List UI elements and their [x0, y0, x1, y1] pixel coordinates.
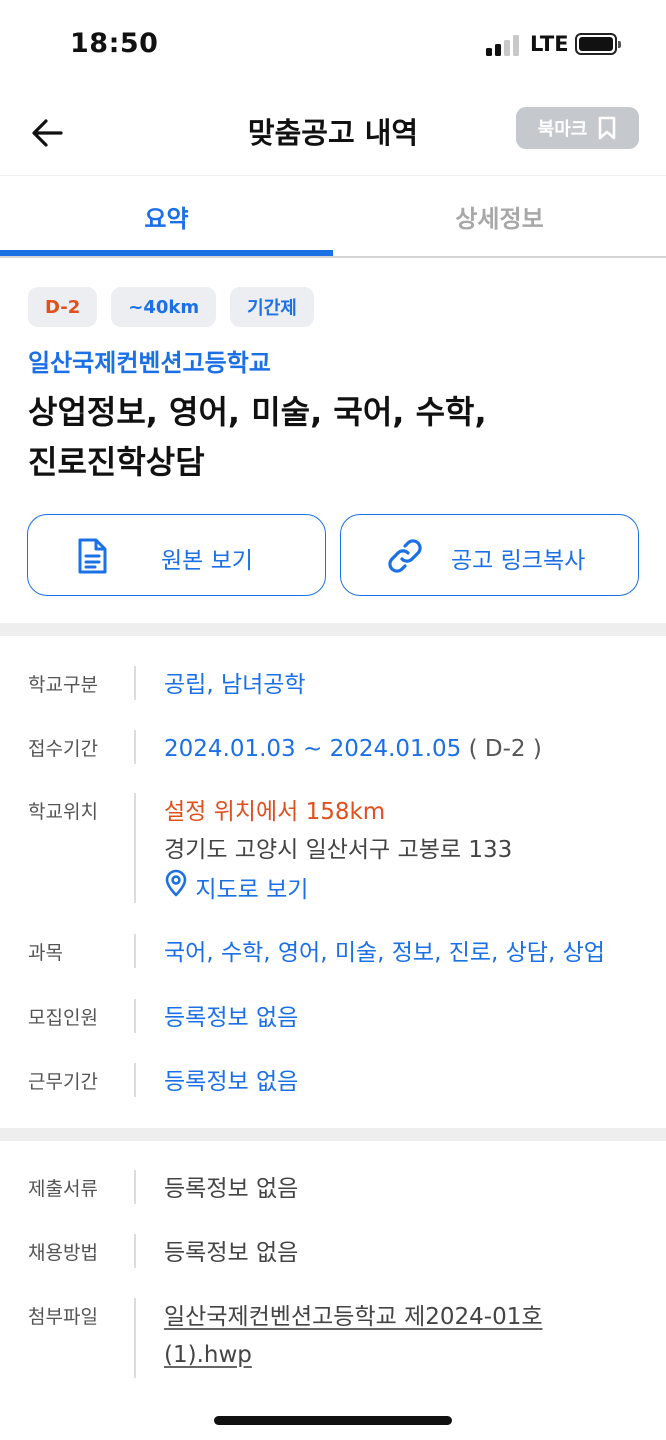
app-header: 맞춤공고 내역 북마크	[0, 90, 666, 176]
info-value: 공립, 남녀공학	[164, 672, 306, 698]
info-label: 첨부파일	[28, 1306, 98, 1328]
dday-chip: D-2	[28, 287, 98, 327]
application-dday: ( D-2 )	[468, 736, 542, 762]
copy-link-button[interactable]: 공고 링크복사	[340, 514, 639, 596]
info-value: 등록정보 없음	[164, 1176, 299, 1202]
school-name: 일산국제컨벤션고등학교	[28, 349, 271, 377]
battery-icon	[575, 33, 621, 55]
bookmark-label: 북마크	[537, 119, 588, 140]
document-icon	[72, 536, 112, 576]
info-label: 근무기간	[28, 1071, 98, 1093]
tab-bar: 요약 상세정보	[0, 176, 666, 258]
view-original-button[interactable]: 원본 보기	[27, 514, 326, 596]
cellular-signal-icon	[486, 34, 522, 56]
info-value: 등록정보 없음	[164, 1069, 299, 1095]
location-address: 경기도 고양시 일산서구 고봉로 133	[164, 837, 513, 863]
status-time: 18:50	[70, 28, 159, 59]
bookmark-button[interactable]: 북마크	[516, 107, 639, 149]
view-map-link[interactable]: 지도로 보기	[164, 869, 644, 909]
info-label: 과목	[28, 942, 63, 964]
info-label: 학교위치	[28, 801, 98, 823]
info-label: 학교구분	[28, 674, 98, 696]
link-icon	[385, 536, 425, 576]
section-divider	[0, 1128, 666, 1141]
info-value: 국어, 수학, 영어, 미술, 정보, 진로, 상담, 상업	[164, 940, 605, 966]
tab-details[interactable]: 상세정보	[333, 176, 666, 256]
network-type: LTE	[530, 32, 569, 56]
info-value: 등록정보 없음	[164, 1005, 299, 1031]
employment-type-chip: 기간제	[230, 287, 314, 327]
info-label: 채용방법	[28, 1242, 98, 1264]
info-label: 제출서류	[28, 1178, 98, 1200]
attachment-file-link[interactable]: 일산국제컨벤션고등학교 제2024-01호(1).hwp	[164, 1304, 543, 1368]
view-map-label: 지도로 보기	[195, 877, 309, 903]
active-tab-indicator	[0, 250, 333, 256]
home-indicator	[214, 1416, 452, 1425]
application-dates: 2024.01.03 ~ 2024.01.05	[164, 736, 462, 762]
info-value: 2024.01.03 ~ 2024.01.05 ( D-2 )	[164, 730, 644, 768]
view-original-label: 원본 보기	[161, 548, 253, 574]
posting-title: 상업정보, 영어, 미술, 국어, 수학, 진로진학상담	[28, 393, 487, 481]
info-label: 모집인원	[28, 1007, 98, 1029]
info-value: 일산국제컨벤션고등학교 제2024-01호(1).hwp	[164, 1298, 564, 1374]
copy-link-label: 공고 링크복사	[451, 548, 586, 574]
status-bar: 18:50 LTE	[0, 0, 666, 90]
tab-summary[interactable]: 요약	[0, 176, 333, 256]
bookmark-icon	[599, 116, 616, 140]
info-value: 등록정보 없음	[164, 1240, 299, 1266]
location-distance: 설정 위치에서 158km	[164, 799, 386, 825]
info-value: 설정 위치에서 158km 경기도 고양시 일산서구 고봉로 133 지도로 보…	[164, 793, 644, 909]
distance-chip: ~40km	[111, 287, 217, 327]
location-pin-icon	[165, 869, 187, 897]
section-divider	[0, 623, 666, 636]
info-label: 접수기간	[28, 738, 98, 760]
tag-chips: D-2 ~40km 기간제	[28, 287, 314, 327]
